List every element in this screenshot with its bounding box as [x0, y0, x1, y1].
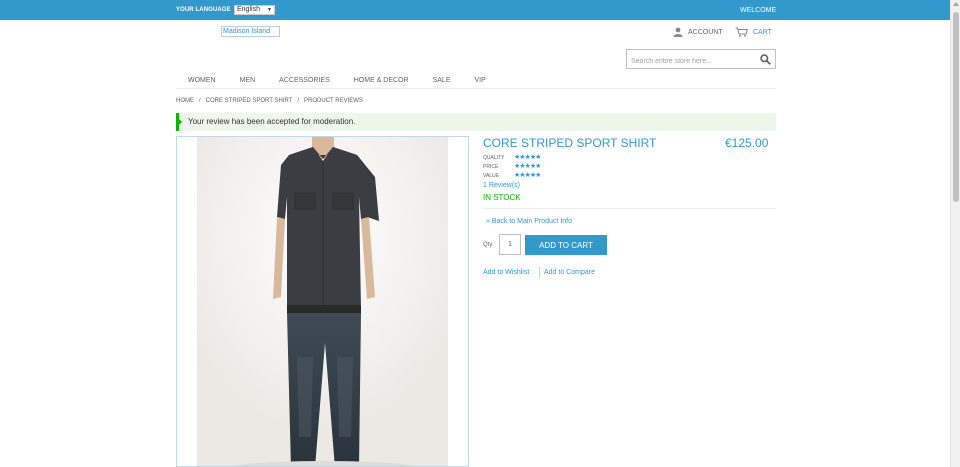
nav-item-sale[interactable]: Sale: [421, 76, 463, 88]
page-scrollbar[interactable]: [950, 0, 960, 467]
star-rating-icon: ★★★★★: [514, 162, 541, 170]
main-navigation: Women Men Accessories Home & Decor Sale …: [176, 76, 776, 88]
rating-row-quality: Quality ★★★★★: [483, 153, 541, 162]
add-to-wishlist-link[interactable]: Add to Wishlist: [483, 269, 529, 276]
language-select[interactable]: English ▼: [234, 5, 275, 15]
cart-label: Cart: [753, 28, 772, 36]
star-rating-icon: ★★★★★: [514, 153, 541, 161]
rating-label: Quality: [483, 154, 505, 161]
star-rating-icon: ★★★★★: [514, 171, 541, 179]
nav-item-men[interactable]: Men: [228, 76, 268, 88]
breadcrumb-separator: /: [297, 98, 300, 104]
product-price: €125.00: [725, 136, 769, 150]
add-to-cart-button[interactable]: Add to Cart: [525, 235, 607, 255]
cart-link[interactable]: Cart: [735, 26, 772, 38]
product-image[interactable]: [176, 136, 469, 467]
logo-alt-text: Madison Island: [223, 28, 271, 35]
add-to-compare-link[interactable]: Add to Compare: [544, 269, 595, 276]
nav-item-home-decor[interactable]: Home & Decor: [342, 76, 421, 88]
top-bar: Your Language English ▼ Welcome: [0, 0, 950, 20]
product-name: Core Striped Sport Shirt: [483, 136, 657, 150]
search-input[interactable]: [627, 52, 757, 71]
stock-status: In stock: [483, 193, 521, 202]
breadcrumb-home[interactable]: Home: [176, 98, 194, 104]
reviews-link[interactable]: 1 Review(s): [483, 182, 520, 189]
rating-label: Price: [483, 163, 499, 170]
account-icon: [673, 27, 683, 37]
nav-item-women[interactable]: Women: [176, 76, 228, 88]
language-select-value: English: [237, 6, 260, 13]
nav-item-vip[interactable]: VIP: [463, 76, 498, 88]
success-marker-icon: [179, 119, 182, 125]
scroll-up-arrow-icon[interactable]: [953, 2, 959, 6]
product-info-divider: [483, 208, 776, 209]
search-icon[interactable]: [760, 54, 771, 65]
chevron-down-icon: ▼: [267, 7, 272, 13]
rating-label: Value: [483, 172, 500, 179]
breadcrumb-current: Product Reviews: [304, 98, 363, 104]
breadcrumb-separator: /: [199, 98, 201, 104]
breadcrumb-product[interactable]: Core Striped Sport Shirt: [206, 98, 293, 104]
account-label: Account: [688, 28, 723, 36]
qty-label: Qty: [483, 242, 493, 248]
nav-item-accessories[interactable]: Accessories: [267, 76, 342, 88]
rating-row-value: Value ★★★★★: [483, 171, 541, 180]
model-photo: [197, 137, 448, 466]
ratings-table: Quality ★★★★★ Price ★★★★★ Value ★★★★★: [483, 153, 541, 180]
link-separator: [539, 267, 540, 278]
back-to-product-link[interactable]: « Back to Main Product Info: [486, 218, 572, 225]
success-message-text: Your review has been accepted for modera…: [188, 117, 356, 126]
language-label: Your Language: [176, 7, 231, 13]
qty-input[interactable]: [499, 234, 521, 255]
rating-row-price: Price ★★★★★: [483, 162, 541, 171]
cart-icon: [735, 27, 748, 37]
welcome-message: Welcome: [740, 7, 777, 14]
store-logo[interactable]: Madison Island: [221, 26, 280, 37]
account-link[interactable]: Account: [673, 26, 723, 38]
scrollbar-thumb[interactable]: [953, 12, 959, 202]
search-form: [626, 49, 776, 71]
nav-divider: [176, 88, 776, 89]
breadcrumb: Home / Core Striped Sport Shirt / Produc…: [176, 98, 363, 104]
success-message: Your review has been accepted for modera…: [176, 113, 776, 131]
